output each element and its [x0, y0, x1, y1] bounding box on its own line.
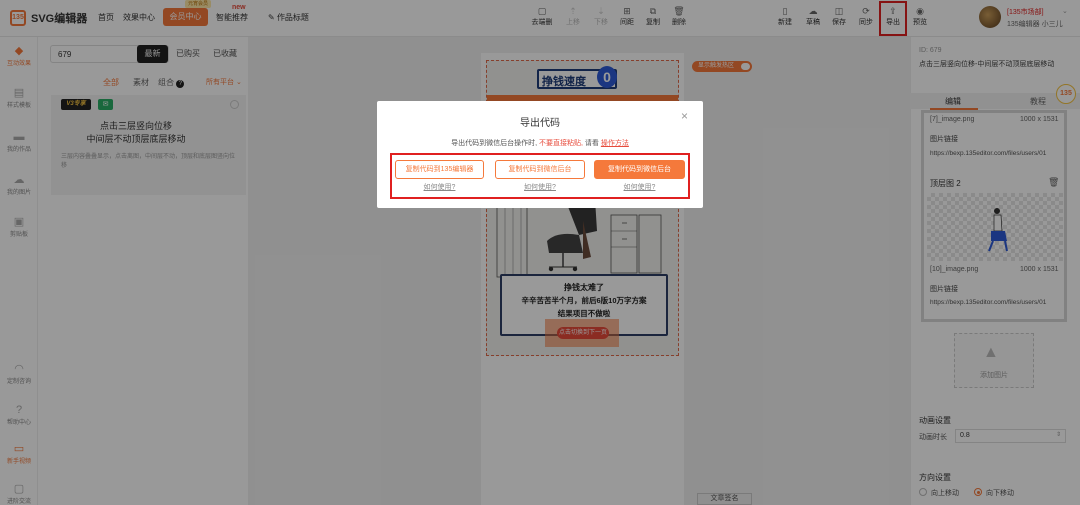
desc-mid: 请看	[584, 140, 599, 147]
modal-description: 导出代码到微信后台操作时, 不要直接粘贴, 请看 操作方法	[377, 138, 703, 148]
buttons-highlight	[390, 153, 690, 199]
desc-prefix: 导出代码到微信后台操作时,	[451, 140, 538, 147]
modal-title: 导出代码	[520, 118, 560, 129]
modal-overlay[interactable]	[0, 0, 1080, 505]
desc-warning: 不要直接粘贴,	[539, 140, 583, 147]
close-icon[interactable]: ×	[681, 109, 688, 123]
operation-method-link[interactable]: 操作方法	[601, 140, 629, 147]
